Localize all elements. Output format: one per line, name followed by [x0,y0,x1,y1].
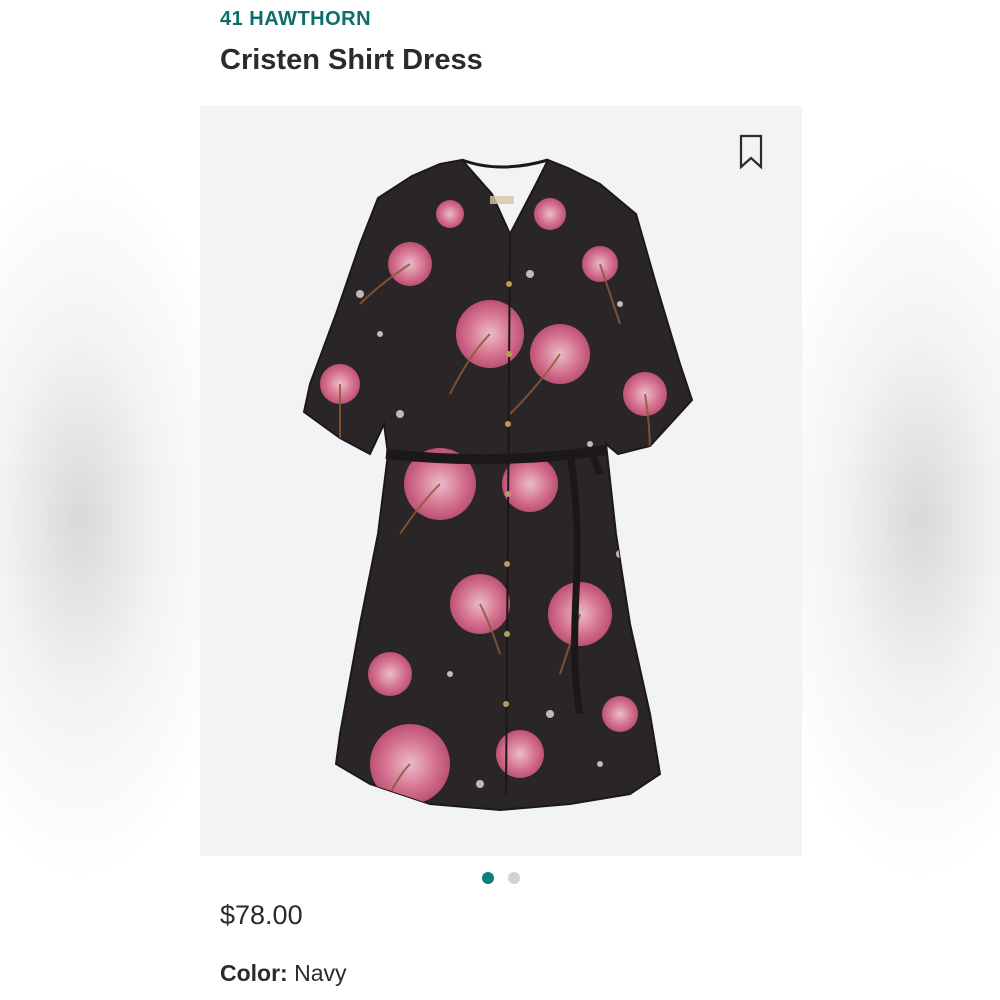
product-image-carousel[interactable] [200,106,802,856]
product-card: 41 HAWTHORN Cristen Shirt Dress $78.00 C… [200,0,802,1000]
brand-name[interactable]: 41 HAWTHORN [220,8,371,31]
carousel-pagination [200,872,802,884]
product-price: $78.00 [220,900,303,930]
color-label: Color: [220,960,288,986]
carousel-dot-2[interactable] [508,872,520,884]
product-title: Cristen Shirt Dress [220,44,483,76]
bookmark-icon[interactable] [738,134,764,170]
product-image [302,158,694,812]
color-info: Color: Navy [220,960,347,987]
carousel-dot-1[interactable] [482,872,494,884]
color-value: Navy [294,960,347,986]
